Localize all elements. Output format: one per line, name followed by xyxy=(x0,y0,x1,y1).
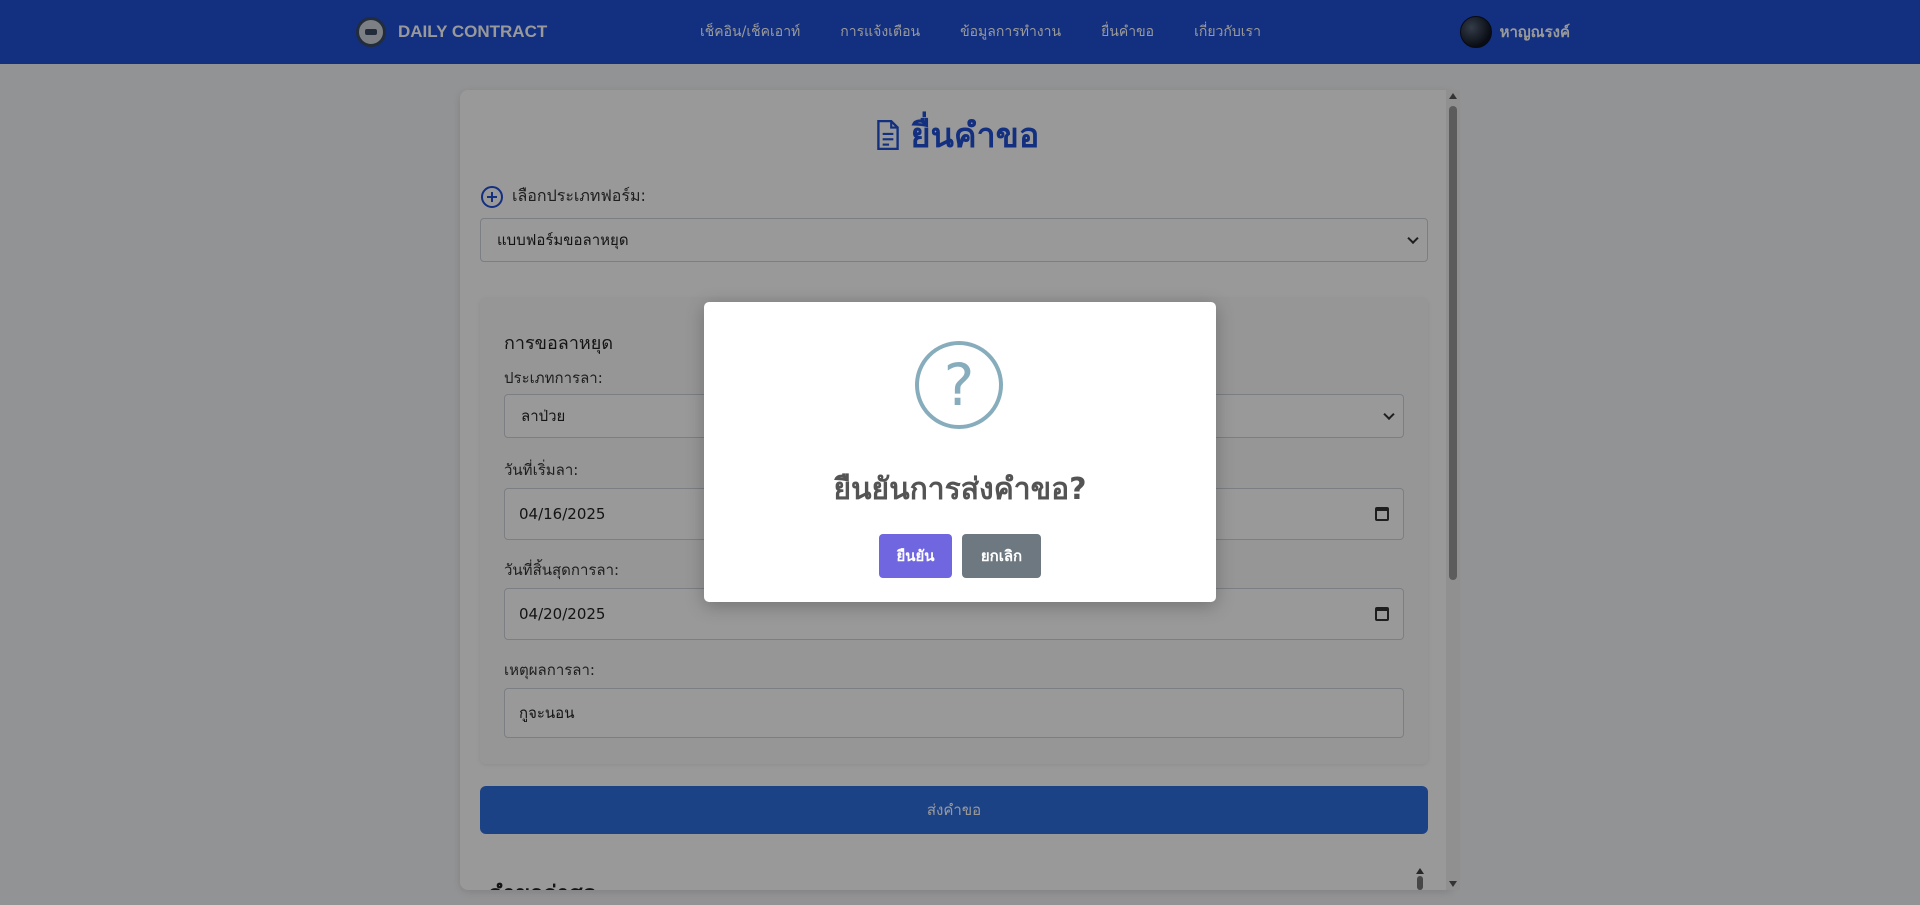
dialog-title: ยืนยันการส่งคำขอ? xyxy=(833,472,1087,507)
confirm-button[interactable]: ยืนยัน xyxy=(879,534,952,578)
cancel-button[interactable]: ยกเลิก xyxy=(962,534,1041,578)
question-icon: ? xyxy=(915,341,1003,429)
confirm-dialog: ? ยืนยันการส่งคำขอ? ยืนยัน ยกเลิก xyxy=(704,302,1216,602)
